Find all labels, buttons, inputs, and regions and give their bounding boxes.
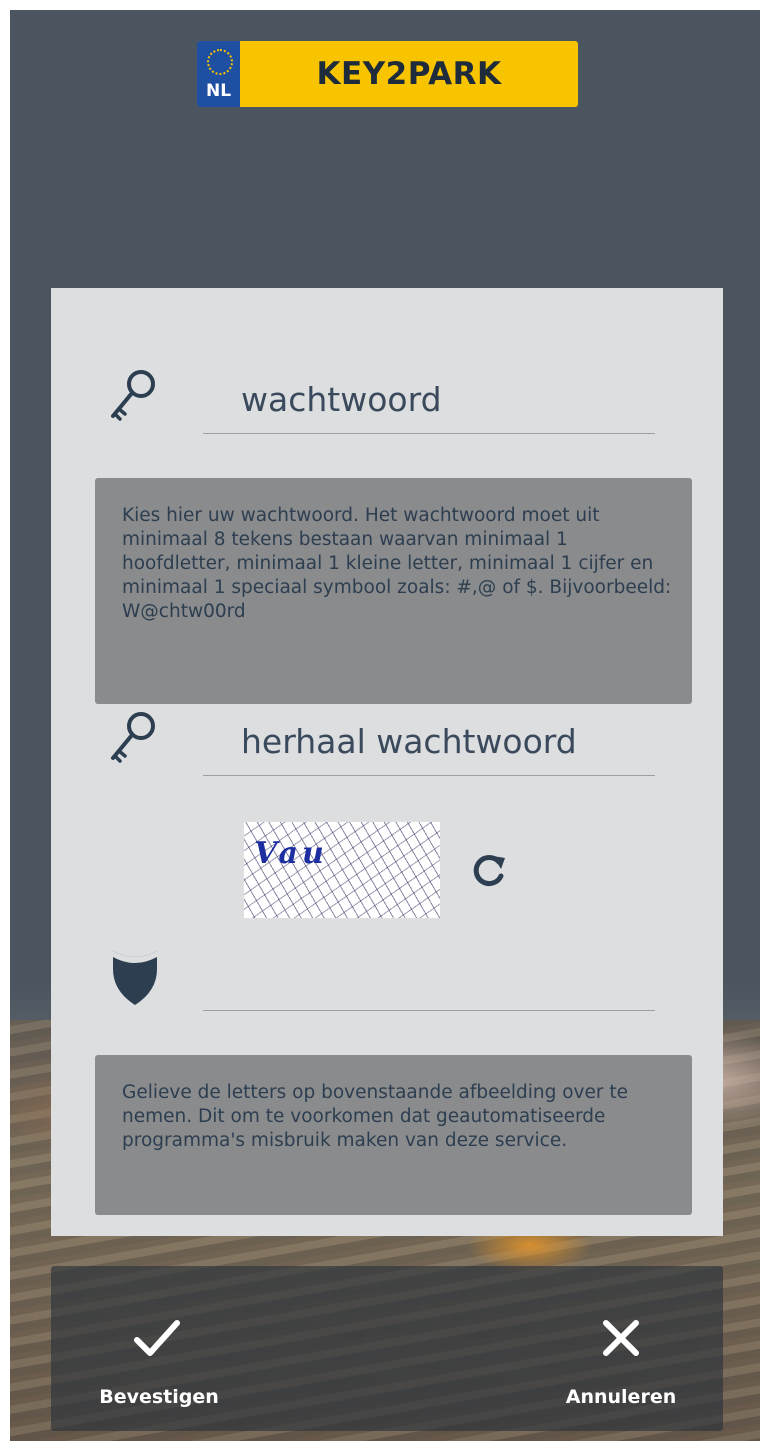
cancel-button[interactable]: Annuleren (541, 1318, 701, 1408)
confirm-button[interactable]: Bevestigen (79, 1318, 239, 1408)
registration-card: Kies hier uw wachtwoord. Het wachtwoord … (51, 288, 723, 1236)
captcha-text: Vau (254, 836, 328, 871)
key-icon (111, 370, 155, 421)
captcha-hint: Gelieve de letters op bovenstaande afbee… (95, 1055, 692, 1215)
key-icon (111, 712, 155, 763)
refresh-icon[interactable] (469, 850, 509, 890)
key2park-logo: NL KEY2PARK (197, 41, 578, 107)
app-screen: NL KEY2PARK Kies hier uw wachtwoord. Het… (10, 10, 760, 1441)
eu-stars-icon (207, 49, 233, 75)
action-bar: Bevestigen Annuleren (51, 1266, 723, 1431)
eu-flag-band: NL (197, 41, 240, 107)
captcha-image: Vau (243, 821, 441, 919)
captcha-input[interactable] (203, 943, 655, 1011)
checkmark-icon (134, 1320, 180, 1356)
repeat-password-input[interactable] (203, 708, 655, 776)
country-code: NL (205, 81, 232, 101)
password-input[interactable] (203, 366, 655, 434)
shield-icon (113, 951, 157, 1005)
close-icon (603, 1320, 639, 1356)
password-hint: Kies hier uw wachtwoord. Het wachtwoord … (95, 478, 692, 704)
captcha-field-row (51, 943, 723, 1013)
repeat-password-field-row (51, 708, 723, 778)
confirm-label: Bevestigen (99, 1386, 219, 1408)
brand-name: KEY2PARK (316, 56, 502, 92)
password-field-row (51, 366, 723, 436)
cancel-label: Annuleren (565, 1386, 677, 1408)
